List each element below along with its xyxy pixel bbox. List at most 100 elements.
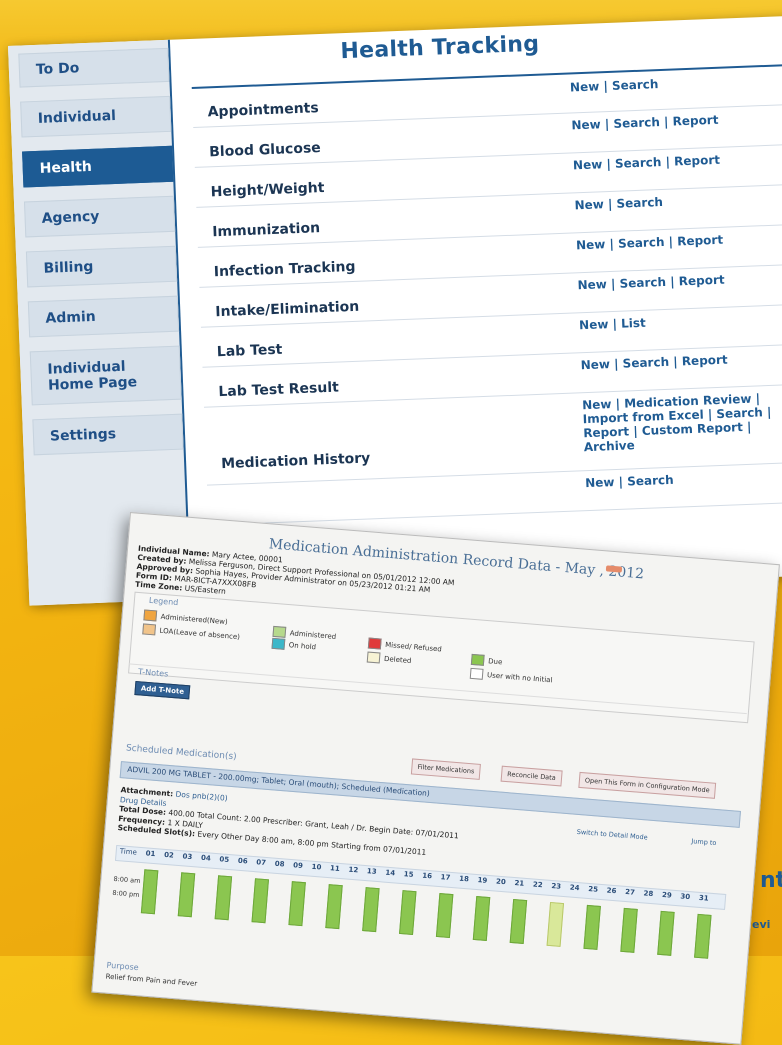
day-label: 07 [255, 858, 267, 868]
mar-day-cell[interactable] [435, 893, 454, 939]
mar-window: Medication Administration Record Data - … [91, 512, 780, 1045]
legend-item: On hold [271, 637, 316, 653]
mar-day-cell[interactable] [214, 875, 233, 921]
mar-day-cell[interactable] [472, 896, 491, 941]
day-label: 02 [163, 850, 175, 860]
day-label: 15 [403, 870, 414, 879]
swatch [272, 625, 287, 638]
logo-icon [605, 565, 623, 573]
mar-day-cell[interactable] [657, 910, 675, 956]
mar-day-cell[interactable] [546, 901, 565, 947]
switch-detail-mode-link[interactable]: Switch to Detail Mode [576, 828, 647, 842]
row-label: Blood Glucose [208, 140, 322, 161]
page-title: Health Tracking [339, 31, 540, 65]
swatch [469, 667, 484, 680]
mar-day-cell[interactable] [177, 872, 196, 918]
day-label: 08 [274, 859, 285, 869]
row-actions[interactable]: New | Search [585, 473, 674, 490]
nav-admin[interactable]: Admin [27, 295, 180, 338]
legend-item: User with no Initial [469, 667, 553, 686]
day-label: 17 [440, 873, 451, 882]
day-label: 25 [587, 884, 599, 894]
mar-day-cell[interactable] [140, 869, 159, 915]
swatch [366, 651, 381, 664]
nav-label: Health [39, 158, 93, 177]
nav-label: Billing [43, 258, 94, 277]
reconcile-data-button[interactable]: Reconcile Data [500, 765, 563, 787]
nav-billing[interactable]: Billing [25, 245, 178, 288]
row-actions[interactable]: New | Search | Report [576, 233, 724, 253]
day-label: 14 [385, 868, 396, 878]
swatch [142, 623, 157, 636]
legend-title: Legend [148, 595, 179, 608]
day-label: 13 [366, 867, 377, 876]
row-actions[interactable]: New | Search | Report [580, 353, 728, 373]
filter-medications-button[interactable]: Filter Medications [410, 758, 482, 780]
day-label: 24 [569, 883, 580, 893]
nav-label: To Do [35, 60, 80, 78]
mar-day-cell[interactable] [694, 913, 712, 959]
day-label: 20 [495, 877, 507, 887]
swatch [271, 637, 286, 650]
swatch [143, 609, 158, 622]
row-label: Lab Test [216, 341, 283, 361]
time-row-label: 8:00 am [113, 874, 141, 886]
row-actions[interactable]: New | Medication Review | Import from Ex… [582, 391, 782, 454]
mar-day-cell[interactable] [399, 890, 417, 936]
row-actions[interactable]: New | Search | Report [573, 153, 721, 173]
health-tracking-window: To Do Individual Health Agency Billing A… [8, 14, 782, 606]
nav-health[interactable]: Health [22, 145, 174, 188]
purpose-text: Relief from Pain and Fever [105, 972, 198, 988]
row-label: Infection Tracking [213, 258, 356, 281]
mar-day-cell[interactable] [583, 904, 601, 950]
day-label: 06 [237, 856, 248, 866]
row-actions[interactable]: New | Search [570, 77, 659, 94]
mar-day-cell[interactable] [325, 884, 343, 930]
time-row-label: 8:00 pm [112, 888, 140, 899]
nav-individual[interactable]: Individual [20, 95, 172, 138]
swatch [470, 653, 485, 666]
nav-label: Settings [49, 426, 117, 445]
swatch [367, 637, 382, 650]
row-label: Immunization [211, 220, 321, 241]
partial-text-right: nt [760, 868, 782, 893]
row-label: Height/Weight [210, 179, 325, 201]
row-actions[interactable]: New | Search [574, 195, 663, 212]
day-label: 30 [680, 892, 691, 902]
row-actions[interactable]: New | List [579, 316, 646, 333]
mar-day-cell[interactable] [362, 887, 380, 933]
day-label: 18 [458, 874, 470, 884]
nav-individual-home-page[interactable]: Individual Home Page [29, 345, 182, 406]
day-label: 31 [698, 893, 709, 903]
tnotes-title: T-Notes [137, 667, 169, 679]
day-label: 22 [532, 880, 543, 890]
day-label: 04 [200, 853, 212, 863]
nav-to-do[interactable]: To Do [18, 47, 170, 88]
nav-label: Agency [41, 208, 100, 227]
day-label: 29 [661, 890, 673, 900]
mar-day-cell[interactable] [620, 907, 638, 953]
nav-settings[interactable]: Settings [32, 413, 184, 456]
row-label: Intake/Elimination [215, 298, 360, 321]
mar-day-cell[interactable] [251, 878, 269, 924]
row-actions[interactable]: New | Search | Report [577, 273, 725, 293]
day-label: 16 [421, 871, 433, 881]
add-tnote-button[interactable]: Add T-Note [134, 680, 191, 700]
legend-item: Deleted [366, 651, 412, 667]
partial-text-right: evi [752, 918, 771, 931]
configuration-mode-button[interactable]: Open This Form in Configuration Mode [578, 771, 717, 799]
nav-agency[interactable]: Agency [23, 195, 176, 238]
scheduled-title: Scheduled Medication(s) [125, 743, 237, 763]
day-label: 23 [551, 882, 562, 891]
legend-item: Due [470, 653, 503, 667]
jump-to-link[interactable]: Jump to [691, 837, 717, 847]
day-label: 12 [348, 865, 359, 875]
row-label: Medication History [220, 450, 371, 473]
grid-time-label: Time [119, 847, 138, 857]
day-label: 27 [624, 887, 636, 897]
mar-day-cell[interactable] [288, 881, 306, 927]
day-label: 10 [311, 862, 322, 872]
row-actions[interactable]: New | Search | Report [571, 113, 719, 133]
mar-day-cell[interactable] [509, 898, 528, 944]
row-label: Appointments [207, 100, 319, 121]
